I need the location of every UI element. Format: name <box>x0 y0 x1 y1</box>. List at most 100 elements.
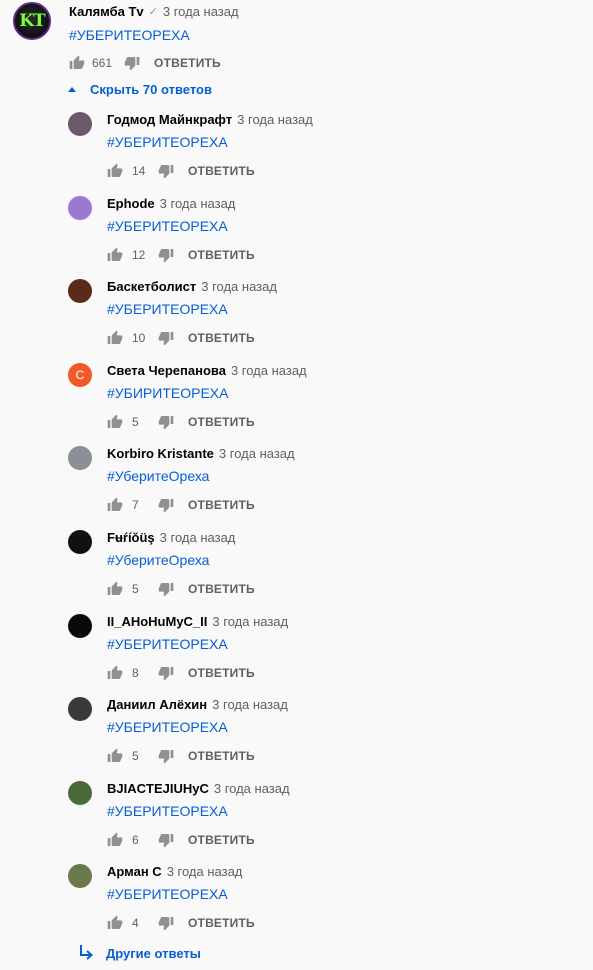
reply-header: II_AHoHuMyC_II 3 года назад <box>107 614 288 629</box>
reply-header: Ephode 3 года назад <box>107 196 235 211</box>
reply-button[interactable]: ОТВЕТИТЬ <box>188 833 255 847</box>
avatar[interactable] <box>68 614 92 638</box>
thumb-down-icon[interactable] <box>158 748 174 764</box>
reply-author[interactable]: Света Черепанова <box>107 363 226 378</box>
reply-header: Баскетболист 3 года назад <box>107 279 277 294</box>
reply-header: Арман С 3 года назад <box>107 864 242 879</box>
reply-author[interactable]: Ephode <box>107 196 155 211</box>
thumb-up-icon[interactable] <box>107 497 123 513</box>
reply-hashtag[interactable]: #УБЕРИТЕОРЕХА <box>107 134 228 150</box>
thumb-up-icon[interactable] <box>107 915 123 931</box>
avatar[interactable] <box>68 112 92 136</box>
reply-button[interactable]: ОТВЕТИТЬ <box>188 666 255 680</box>
reply-hashtag[interactable]: #УБЕРИТЕОРЕХА <box>107 301 228 317</box>
reply-time[interactable]: 3 года назад <box>219 446 295 461</box>
avatar[interactable] <box>68 781 92 805</box>
reply-actions: 10 ОТВЕТИТЬ <box>107 329 255 347</box>
reply-item: BJIACTEJIUHyC 3 года назад #УБЕРИТЕОРЕХА… <box>0 777 593 861</box>
comment-author[interactable]: Калямба Tv <box>69 4 144 19</box>
more-replies-button[interactable]: Другие ответы <box>78 944 201 962</box>
reply-author[interactable]: Даниил Алёхин <box>107 697 207 712</box>
reply-button[interactable]: ОТВЕТИТЬ <box>188 248 255 262</box>
thumb-up-icon[interactable] <box>69 55 85 71</box>
thumb-down-icon[interactable] <box>158 915 174 931</box>
reply-hashtag[interactable]: #УБЕРИТЕОРЕХА <box>107 719 228 735</box>
thumb-up-icon[interactable] <box>107 748 123 764</box>
reply-time[interactable]: 3 года назад <box>167 864 243 879</box>
reply-actions: 12 ОТВЕТИТЬ <box>107 246 255 264</box>
thumb-up-icon[interactable] <box>107 247 123 263</box>
reply-time[interactable]: 3 года назад <box>212 697 288 712</box>
reply-time[interactable]: 3 года назад <box>160 530 236 545</box>
reply-time[interactable]: 3 года назад <box>212 614 288 629</box>
avatar[interactable]: KT <box>13 2 51 40</box>
reply-hashtag[interactable]: #УБЕРИТЕОРЕХА <box>107 886 228 902</box>
reply-hashtag[interactable]: #УБЕРИТЕОРЕХА <box>107 636 228 652</box>
thumb-down-icon[interactable] <box>158 414 174 430</box>
like-count: 12 <box>132 248 146 262</box>
reply-time[interactable]: 3 года назад <box>160 196 236 211</box>
thumb-up-icon[interactable] <box>107 581 123 597</box>
thumb-down-icon[interactable] <box>158 330 174 346</box>
avatar[interactable] <box>68 864 92 888</box>
reply-hashtag[interactable]: #УБЕРИТЕОРЕХА <box>107 218 228 234</box>
reply-hashtag[interactable]: #УберитеОреха <box>107 552 209 568</box>
reply-button[interactable]: ОТВЕТИТЬ <box>154 56 221 70</box>
reply-actions: 5 ОТВЕТИТЬ <box>107 413 255 431</box>
reply-author[interactable]: Арман С <box>107 864 162 879</box>
reply-time[interactable]: 3 года назад <box>214 781 290 796</box>
avatar[interactable] <box>68 196 92 220</box>
reply-button[interactable]: ОТВЕТИТЬ <box>188 331 255 345</box>
comment-hashtag[interactable]: #УБЕРИТЕОРЕХА <box>69 27 190 43</box>
thumb-up-icon[interactable] <box>107 163 123 179</box>
avatar[interactable]: С <box>68 363 92 387</box>
reply-time[interactable]: 3 года назад <box>237 112 313 127</box>
thumb-up-icon[interactable] <box>107 330 123 346</box>
reply-time[interactable]: 3 года назад <box>201 279 277 294</box>
hide-replies-label: Скрыть 70 ответов <box>90 82 212 97</box>
avatar[interactable] <box>68 530 92 554</box>
reply-item: Баскетболист 3 года назад #УБЕРИТЕОРЕХА … <box>0 275 593 359</box>
like-count: 5 <box>132 415 139 429</box>
avatar[interactable] <box>68 279 92 303</box>
reply-item: Даниил Алёхин 3 года назад #УБЕРИТЕОРЕХА… <box>0 693 593 777</box>
reply-hashtag[interactable]: #УБЕРИТЕОРЕХА <box>107 803 228 819</box>
reply-author[interactable]: II_AHoHuMyC_II <box>107 614 207 629</box>
thumb-down-icon[interactable] <box>158 497 174 513</box>
thumb-up-icon[interactable] <box>107 665 123 681</box>
reply-author[interactable]: Годмод Майнкрафт <box>107 112 232 127</box>
reply-header: Fʉŕíŏüş 3 года назад <box>107 530 235 545</box>
like-count: 14 <box>132 164 146 178</box>
thumb-down-icon[interactable] <box>158 581 174 597</box>
reply-hashtag[interactable]: #УберитеОреха <box>107 468 209 484</box>
hide-replies-button[interactable]: Скрыть 70 ответов <box>66 82 212 97</box>
reply-time[interactable]: 3 года назад <box>231 363 307 378</box>
comment-actions: 661 ОТВЕТИТЬ <box>69 54 221 72</box>
reply-author[interactable]: BJIACTEJIUHyC <box>107 781 209 796</box>
reply-hashtag[interactable]: #УБИРИТЕОРЕХА <box>107 385 228 401</box>
reply-button[interactable]: ОТВЕТИТЬ <box>188 916 255 930</box>
thumb-down-icon[interactable] <box>158 665 174 681</box>
reply-author[interactable]: Баскетболист <box>107 279 196 294</box>
thumb-down-icon[interactable] <box>124 55 140 71</box>
avatar[interactable] <box>68 446 92 470</box>
verified-check-icon: ✓ <box>148 6 158 18</box>
reply-author[interactable]: Fʉŕíŏüş <box>107 530 155 545</box>
avatar[interactable] <box>68 697 92 721</box>
comment-time[interactable]: 3 года назад <box>163 4 239 19</box>
thumb-down-icon[interactable] <box>158 163 174 179</box>
avatar-letter: С <box>75 368 85 382</box>
reply-button[interactable]: ОТВЕТИТЬ <box>188 415 255 429</box>
reply-button[interactable]: ОТВЕТИТЬ <box>188 749 255 763</box>
reply-button[interactable]: ОТВЕТИТЬ <box>188 164 255 178</box>
reply-button[interactable]: ОТВЕТИТЬ <box>188 498 255 512</box>
thumb-up-icon[interactable] <box>107 414 123 430</box>
reply-author[interactable]: Korbiro Kristante <box>107 446 214 461</box>
thumb-up-icon[interactable] <box>107 832 123 848</box>
like-count: 661 <box>92 56 113 70</box>
like-count: 6 <box>132 833 139 847</box>
thumb-down-icon[interactable] <box>158 832 174 848</box>
reply-actions: 5 ОТВЕТИТЬ <box>107 747 255 765</box>
thumb-down-icon[interactable] <box>158 247 174 263</box>
reply-button[interactable]: ОТВЕТИТЬ <box>188 582 255 596</box>
